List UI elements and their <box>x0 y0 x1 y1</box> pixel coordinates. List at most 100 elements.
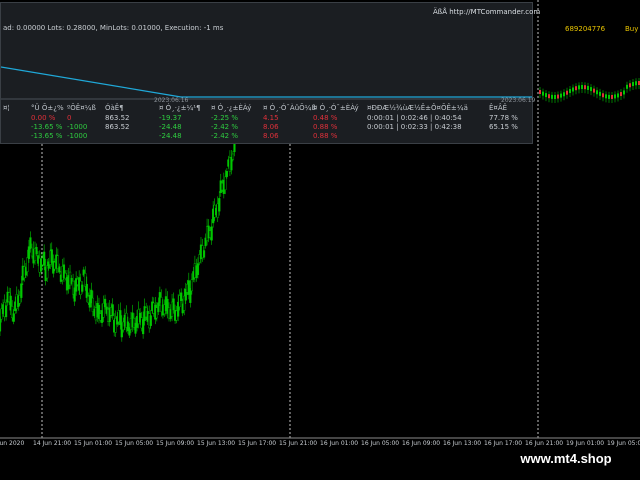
table-cell: -24.48 <box>159 123 182 131</box>
side-candle <box>632 82 634 87</box>
table-cell: 8.06 <box>263 132 279 140</box>
side-candle <box>578 85 580 90</box>
candle <box>29 237 32 250</box>
account-id: 689204776 <box>565 25 606 33</box>
table-header: ¤¦ <box>3 104 10 112</box>
candle <box>142 319 145 335</box>
table-cell: 0.00 % <box>31 114 56 122</box>
side-candle <box>605 94 607 99</box>
side-candle <box>545 93 547 98</box>
watermark: www.mt4.shop <box>497 449 635 469</box>
side-candle <box>602 93 604 98</box>
time-tick-label: 15 Jun 09:00 <box>156 440 195 447</box>
side-candle <box>551 94 553 99</box>
table-cell: 4.15 <box>263 114 279 122</box>
side-candle <box>629 83 631 88</box>
table-cell: 77.78 % <box>489 114 518 122</box>
table-cell: 863.52 <box>105 114 130 122</box>
side-candle <box>569 89 571 94</box>
table-cell: 863.52 <box>105 123 130 131</box>
settings-text: ad: 0.00000 Lots: 0.28000, MinLots: 0.01… <box>3 24 224 32</box>
table-header: ¤ Ó¸·Ó¯±ÈÀý <box>313 104 359 112</box>
time-tick-label: 15 Jun 17:00 <box>238 440 277 447</box>
candle <box>180 292 183 302</box>
candle <box>190 279 193 292</box>
mtcommander-link[interactable]: ÄßÅ http://MTCommander.com <box>433 8 540 17</box>
equity-curve <box>1 66 532 100</box>
candle <box>20 283 23 298</box>
side-candle <box>614 94 616 99</box>
side-candle <box>560 93 562 98</box>
candle <box>202 250 206 258</box>
side-candle <box>593 88 595 93</box>
table-cell: -2.42 % <box>211 132 238 140</box>
side-candle <box>587 85 589 90</box>
candle <box>149 315 152 326</box>
side-candle <box>581 85 583 90</box>
time-tick-label: 15 Jun 01:00 <box>74 440 113 447</box>
candle <box>196 263 200 275</box>
candle <box>85 283 88 298</box>
side-candle <box>608 94 610 99</box>
time-tick-label: 16 Jun 05:00 <box>361 440 400 447</box>
time-tick-label: 4 Jun 2020 <box>0 440 25 447</box>
table-cell: 0.88 % <box>313 123 338 131</box>
candle <box>224 176 227 190</box>
table-header: ¤ Ó¸·¿±ÈÀý <box>211 104 252 112</box>
candle <box>225 171 228 177</box>
table-cell: 0:00:01 | 0:02:33 | 0:42:38 <box>367 123 462 131</box>
time-tick-label: 16 Jun 09:00 <box>402 440 441 447</box>
side-candle <box>542 91 544 96</box>
time-tick-label: 16 Jun 21:00 <box>525 440 564 447</box>
side-candle <box>635 81 637 86</box>
side-candle <box>584 85 586 90</box>
time-tick-label: 14 Jun 21:00 <box>33 440 72 447</box>
candle <box>111 304 114 317</box>
candle <box>43 251 46 266</box>
side-candle <box>626 84 628 89</box>
table-header: ¤ Ó¸·¿±¼¹¶ <box>159 104 201 112</box>
side-candles <box>539 78 640 103</box>
table-cell: -19.37 <box>159 114 182 122</box>
candle <box>4 305 8 318</box>
buy-button[interactable]: Buy <box>625 25 638 33</box>
time-tick-label: 16 Jun 01:00 <box>320 440 359 447</box>
table-header: ÓàÊ¶ <box>105 104 124 112</box>
mtcommander-panel: ad: 0.00000 Lots: 0.28000, MinLots: 0.01… <box>0 2 540 144</box>
table-cell: 0.88 % <box>313 132 338 140</box>
table-cell: 8.06 <box>263 123 279 131</box>
time-tick-label: 15 Jun 21:00 <box>279 440 318 447</box>
side-candle <box>617 93 619 98</box>
side-candle <box>572 87 574 92</box>
candle <box>157 302 160 313</box>
candle <box>103 298 107 308</box>
side-candle <box>623 90 625 95</box>
side-candle <box>596 90 598 95</box>
table-header: ¤ Ó¸·Ó¯ÀûÕ¼ß <box>263 104 316 112</box>
time-tick-label: 19 Jun 01:00 <box>566 440 605 447</box>
table-header: °Ü Õ±¿% <box>31 104 64 112</box>
table-cell: 65.15 % <box>489 123 518 131</box>
table-cell: -24.48 <box>159 132 182 140</box>
side-candle <box>548 94 550 99</box>
side-candle <box>599 91 601 96</box>
candle <box>210 226 213 241</box>
table-header: Ê¤ÂÊ <box>489 104 508 112</box>
candle <box>172 298 175 311</box>
table-cell: -13.65 % <box>31 123 63 131</box>
candle <box>50 249 53 263</box>
side-candle <box>611 94 613 99</box>
time-tick-label: 16 Jun 17:00 <box>484 440 523 447</box>
candle <box>81 284 84 292</box>
side-candle <box>575 86 577 91</box>
table-cell: 0 <box>67 114 72 122</box>
side-candle <box>566 90 568 95</box>
side-candle <box>554 94 556 99</box>
table-cell: -2.42 % <box>211 123 238 131</box>
candle <box>218 198 221 212</box>
side-candle <box>620 92 622 97</box>
table-cell: 0:00:01 | 0:02:46 | 0:40:54 <box>367 114 462 122</box>
side-candle <box>539 90 541 94</box>
candles <box>0 131 236 342</box>
table-cell: 0.48 % <box>313 114 338 122</box>
